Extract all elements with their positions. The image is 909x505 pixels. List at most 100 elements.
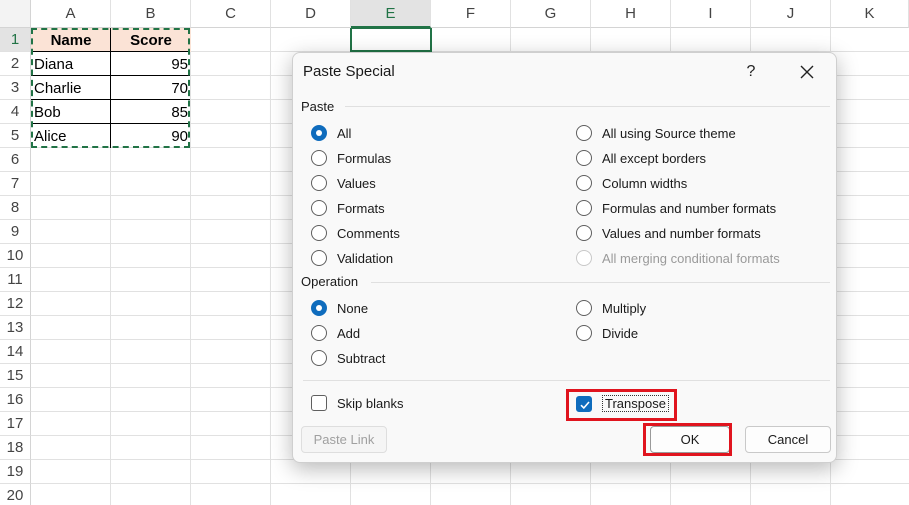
radio-formats-label: Formats — [337, 200, 385, 216]
operation-group-label: Operation — [301, 274, 359, 289]
radio-label: Column widths — [602, 175, 688, 191]
active-cell-e1[interactable] — [350, 28, 432, 52]
column-header-h[interactable]: H — [591, 0, 671, 28]
cell-b4[interactable]: 85 — [111, 100, 191, 124]
checkmark-icon — [580, 400, 590, 409]
radio-all-using-source-theme[interactable]: All using Source theme — [576, 125, 736, 141]
radio-formats-indicator[interactable] — [311, 200, 327, 216]
row-header-12[interactable]: 12 — [0, 292, 31, 316]
column-header-k[interactable]: K — [831, 0, 909, 28]
checkbox-indicator[interactable] — [311, 395, 327, 411]
radio-label: Add — [337, 325, 361, 341]
radio-comments-label: Comments — [337, 225, 400, 241]
radio-subtract[interactable]: Subtract — [311, 350, 385, 366]
cancel-button[interactable]: Cancel — [745, 426, 831, 453]
column-header-e[interactable]: E — [351, 0, 431, 28]
checkbox-skip-blanks[interactable]: Skip blanks — [311, 395, 403, 411]
row-header-17[interactable]: 17 — [0, 412, 31, 436]
row-header-2[interactable]: 2 — [0, 52, 31, 76]
column-header-g[interactable]: G — [511, 0, 591, 28]
radio-all-except-borders[interactable]: All except borders — [576, 150, 706, 166]
cell-a4[interactable]: Bob — [31, 100, 111, 124]
row-header-14[interactable]: 14 — [0, 340, 31, 364]
cell-b5[interactable]: 90 — [111, 124, 191, 148]
radio-label: All except borders — [602, 150, 707, 166]
radio-comments-indicator[interactable] — [311, 225, 327, 241]
cell-a3[interactable]: Charlie — [31, 76, 111, 100]
radio-values[interactable]: Values — [311, 175, 376, 191]
cell-b3[interactable]: 70 — [111, 76, 191, 100]
radio-indicator[interactable] — [311, 350, 327, 366]
row-header-4[interactable]: 4 — [0, 100, 31, 124]
column-header-j[interactable]: J — [751, 0, 831, 28]
ok-button[interactable]: OK — [650, 426, 730, 453]
radio-none[interactable]: None — [311, 300, 368, 316]
radio-all-indicator[interactable] — [311, 125, 327, 141]
row-header-6[interactable]: 6 — [0, 148, 31, 172]
row-header-5[interactable]: 5 — [0, 124, 31, 148]
table-border — [31, 75, 190, 76]
radio-formulas[interactable]: Formulas — [311, 150, 391, 166]
radio-multiply[interactable]: Multiply — [576, 300, 646, 316]
radio-indicator[interactable] — [576, 175, 592, 191]
cell-b2[interactable]: 95 — [111, 52, 191, 76]
row-header-9[interactable]: 9 — [0, 220, 31, 244]
cell-a5[interactable]: Alice — [31, 124, 111, 148]
radio-indicator[interactable] — [311, 325, 327, 341]
row-header-1[interactable]: 1 — [0, 28, 31, 52]
checkbox-label: Transpose — [602, 395, 669, 412]
row-header-19[interactable]: 19 — [0, 460, 31, 484]
radio-label: Formulas and number formats — [602, 200, 777, 216]
help-button[interactable]: ? — [738, 59, 764, 85]
select-all-corner[interactable] — [0, 0, 31, 28]
table-border — [31, 51, 190, 52]
row-header-10[interactable]: 10 — [0, 244, 31, 268]
row-header-13[interactable]: 13 — [0, 316, 31, 340]
cell-a1[interactable]: Name — [31, 28, 111, 52]
separator — [371, 282, 830, 283]
radio-indicator[interactable] — [576, 200, 592, 216]
radio-indicator[interactable] — [576, 225, 592, 241]
row-header-11[interactable]: 11 — [0, 268, 31, 292]
row-header-3[interactable]: 3 — [0, 76, 31, 100]
radio-indicator[interactable] — [576, 325, 592, 341]
radio-formulas-indicator[interactable] — [311, 150, 327, 166]
checkbox-indicator[interactable] — [576, 395, 592, 412]
radio-divide[interactable]: Divide — [576, 325, 638, 341]
row-header-18[interactable]: 18 — [0, 436, 31, 460]
table-border — [31, 99, 190, 100]
radio-formulas-and-number-formats[interactable]: Formulas and number formats — [576, 200, 776, 216]
row-header-8[interactable]: 8 — [0, 196, 31, 220]
radio-indicator[interactable] — [576, 300, 592, 316]
paste-link-button: Paste Link — [301, 426, 387, 453]
radio-validation-indicator[interactable] — [311, 250, 327, 266]
radio-values-and-number-formats[interactable]: Values and number formats — [576, 225, 761, 241]
checkbox-transpose[interactable]: Transpose — [576, 395, 669, 412]
row-header-15[interactable]: 15 — [0, 364, 31, 388]
cell-b1[interactable]: Score — [111, 28, 191, 52]
radio-column-widths[interactable]: Column widths — [576, 175, 687, 191]
column-header-d[interactable]: D — [271, 0, 351, 28]
row-header-16[interactable]: 16 — [0, 388, 31, 412]
column-header-a[interactable]: A — [31, 0, 111, 28]
row-header-7[interactable]: 7 — [0, 172, 31, 196]
row-header-20[interactable]: 20 — [0, 484, 31, 505]
radio-label: Multiply — [602, 300, 647, 316]
radio-label: Divide — [602, 325, 639, 341]
column-header-f[interactable]: F — [431, 0, 511, 28]
radio-indicator[interactable] — [576, 125, 592, 141]
column-header-b[interactable]: B — [111, 0, 191, 28]
cell-a2[interactable]: Diana — [31, 52, 111, 76]
radio-formats[interactable]: Formats — [311, 200, 385, 216]
radio-validation[interactable]: Validation — [311, 250, 393, 266]
radio-comments[interactable]: Comments — [311, 225, 400, 241]
radio-values-indicator[interactable] — [311, 175, 327, 191]
radio-all[interactable]: All — [311, 125, 351, 141]
separator — [345, 106, 830, 107]
close-button[interactable] — [793, 59, 821, 85]
radio-indicator[interactable] — [311, 300, 327, 316]
radio-indicator[interactable] — [576, 150, 592, 166]
radio-add[interactable]: Add — [311, 325, 360, 341]
column-header-c[interactable]: C — [191, 0, 271, 28]
column-header-i[interactable]: I — [671, 0, 751, 28]
